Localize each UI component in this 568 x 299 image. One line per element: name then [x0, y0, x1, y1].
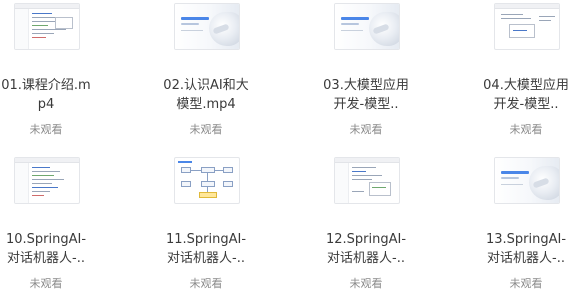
video-file-grid: 01.课程介绍.mp4 未观看 02.认识AI和大模型.mp4 未观看 03.大… [0, 0, 568, 299]
video-file-name[interactable]: 13.SpringAI-对话机器人-.. [480, 230, 568, 268]
video-file-name[interactable]: 11.SpringAI-对话机器人-.. [160, 230, 252, 268]
video-file-name[interactable]: 04.大模型应用开发-模型.. [480, 76, 568, 114]
watch-status: 未观看 [189, 277, 223, 290]
video-thumbnail[interactable] [174, 3, 240, 50]
video-item[interactable]: 02.认识AI和大模型.mp4 未观看 [160, 0, 290, 145]
video-item[interactable]: 13.SpringAI-对话机器人-.. 未观看 [480, 154, 568, 299]
video-item[interactable]: 04.大模型应用开发-模型.. 未观看 [480, 0, 568, 145]
video-file-name[interactable]: 01.课程介绍.mp4 [0, 76, 92, 114]
watch-status: 未观看 [29, 123, 63, 136]
video-item[interactable]: 10.SpringAI-对话机器人-.. 未观看 [0, 154, 130, 299]
watch-status: 未观看 [189, 123, 223, 136]
watch-status: 未观看 [509, 123, 543, 136]
watch-status: 未观看 [509, 277, 543, 290]
video-thumbnail[interactable] [334, 3, 400, 50]
video-item[interactable]: 11.SpringAI-对话机器人-.. 未观看 [160, 154, 290, 299]
video-file-name[interactable]: 02.认识AI和大模型.mp4 [160, 76, 252, 114]
video-item[interactable]: 12.SpringAI-对话机器人-.. 未观看 [320, 154, 450, 299]
video-thumbnail[interactable] [14, 157, 80, 204]
watch-status: 未观看 [29, 277, 63, 290]
video-thumbnail[interactable] [14, 3, 80, 50]
video-thumbnail[interactable] [494, 3, 560, 50]
video-thumbnail[interactable] [334, 157, 400, 204]
watch-status: 未观看 [349, 123, 383, 136]
video-file-name[interactable]: 12.SpringAI-对话机器人-.. [320, 230, 412, 268]
video-thumbnail[interactable] [174, 157, 240, 204]
video-item[interactable]: 01.课程介绍.mp4 未观看 [0, 0, 130, 145]
video-thumbnail[interactable] [494, 157, 560, 204]
video-file-name[interactable]: 03.大模型应用开发-模型.. [320, 76, 412, 114]
video-file-name[interactable]: 10.SpringAI-对话机器人-.. [0, 230, 92, 268]
video-item[interactable]: 03.大模型应用开发-模型.. 未观看 [320, 0, 450, 145]
watch-status: 未观看 [349, 277, 383, 290]
